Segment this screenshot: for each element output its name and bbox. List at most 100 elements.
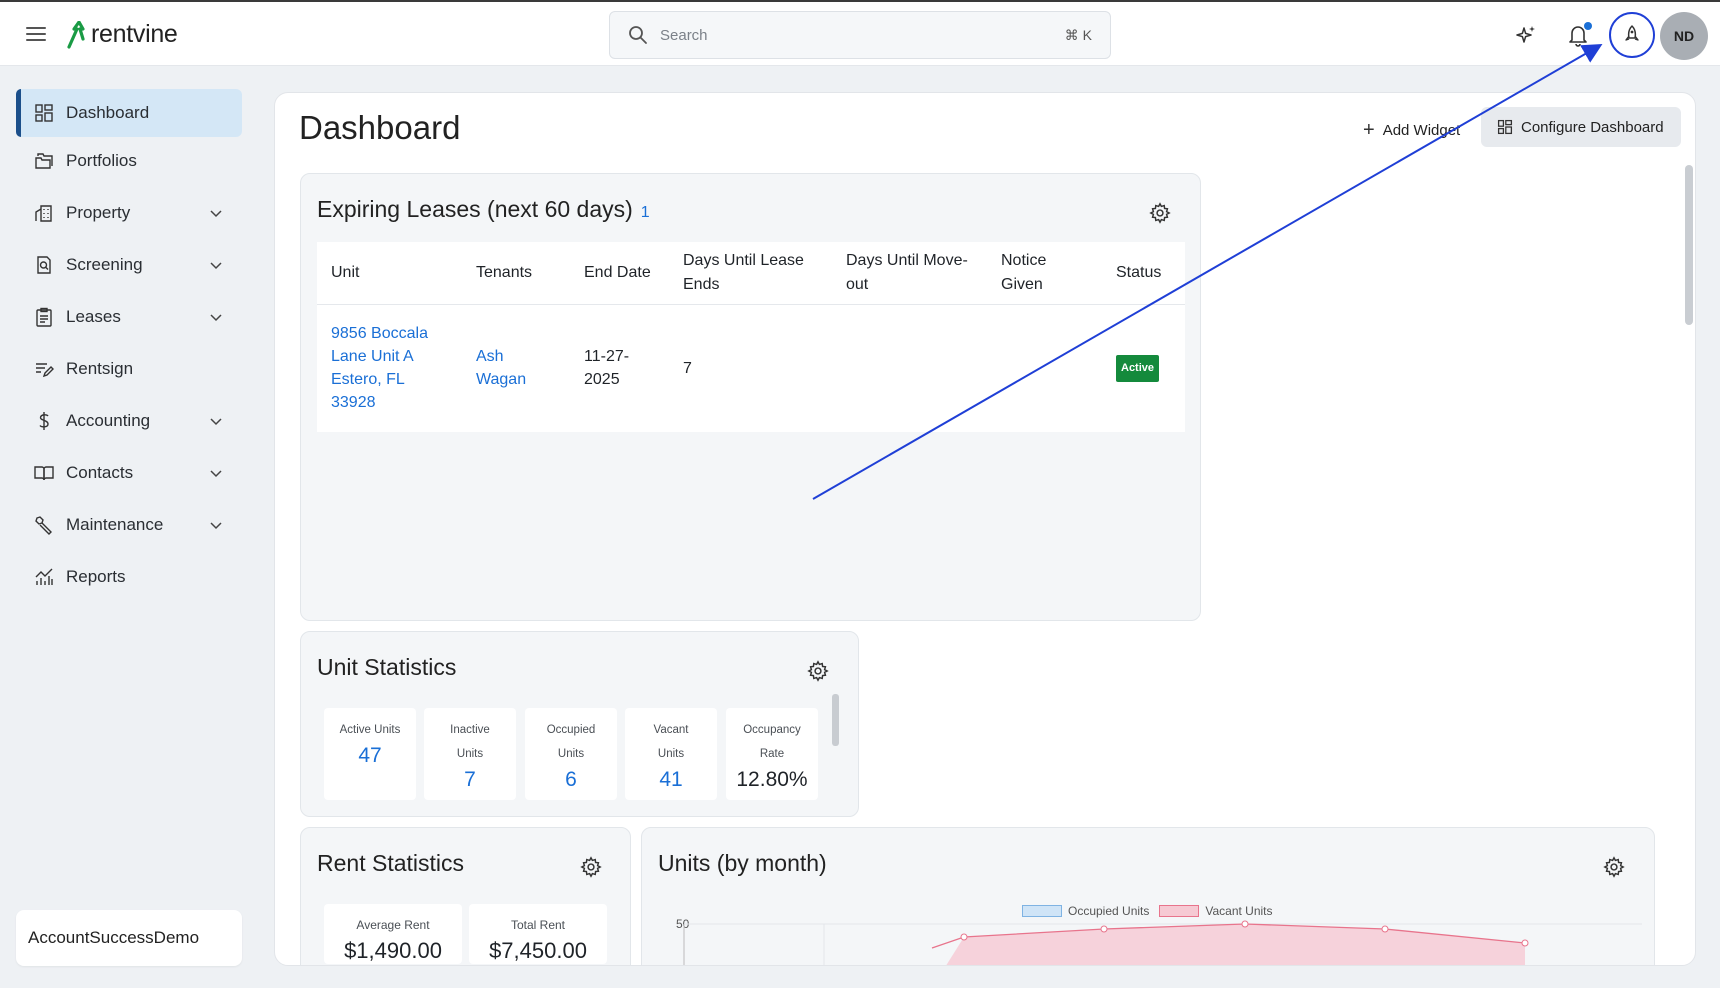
sidebar-item-reports[interactable]: Reports [16, 553, 242, 601]
sidebar-item-dashboard[interactable]: Dashboard [16, 89, 242, 137]
chevron-down-icon [210, 262, 222, 270]
gear-icon[interactable] [580, 856, 602, 878]
data-point[interactable] [960, 933, 968, 941]
sidebar-item-property[interactable]: Property [16, 189, 242, 237]
sidebar-item-label: Property [66, 203, 131, 222]
main-panel: Dashboard + Add Widget Configure Dashboa… [274, 92, 1696, 966]
search-icon [629, 26, 647, 44]
sidebar-item-contacts[interactable]: Contacts [16, 449, 242, 497]
chevron-down-icon [210, 418, 222, 426]
chevron-down-icon [210, 314, 222, 322]
column-header[interactable]: Tenants [462, 242, 570, 305]
sidebar: Dashboard Portfolios Property Screening … [0, 66, 260, 988]
column-header[interactable]: Status [1102, 242, 1185, 305]
sidebar-item-rentsign[interactable]: Rentsign [16, 345, 242, 393]
units-by-month-chart: 50 [676, 918, 1642, 965]
gear-icon[interactable] [1603, 856, 1625, 878]
data-point[interactable] [1241, 920, 1249, 928]
search-input[interactable] [660, 26, 1065, 44]
stat-value[interactable]: 41 [625, 768, 717, 792]
sidebar-item-label: Portfolios [66, 151, 137, 170]
days-until-lease-ends-cell: 7 [683, 359, 692, 377]
notice-given-cell [987, 304, 1102, 432]
stat-label: Vacant Units [653, 724, 689, 760]
clipboard-icon [36, 307, 52, 327]
gear-icon[interactable] [807, 660, 829, 682]
data-point[interactable] [1100, 925, 1108, 933]
dashboard-icon [35, 104, 53, 122]
rent-card-average-rent: Average Rent $1,490.00 [324, 904, 462, 964]
add-widget-button[interactable]: + Add Widget [1357, 111, 1466, 149]
stat-card-occupied-units: Occupied Units 6 [525, 708, 617, 800]
stat-card-active-units: Active Units 47 [324, 708, 416, 800]
wrench-icon [35, 516, 52, 535]
data-point[interactable] [1381, 925, 1389, 933]
sidebar-item-portfolios[interactable]: Portfolios [16, 137, 242, 185]
folders-icon [35, 153, 53, 169]
sidebar-item-label: Accounting [66, 411, 151, 430]
sidebar-item-label: Reports [66, 567, 126, 586]
building-icon [35, 205, 52, 222]
sidebar-item-label: Contacts [66, 463, 134, 482]
expiring-leases-title: Expiring Leases (next 60 days) [317, 196, 633, 222]
rent-value: $1,490.00 [344, 938, 442, 963]
vacant-area [946, 924, 1525, 965]
column-header[interactable]: Notice Given [987, 242, 1102, 305]
sidebar-item-maintenance[interactable]: Maintenance [16, 501, 242, 549]
column-header[interactable]: End Date [570, 242, 669, 305]
book-icon [34, 466, 54, 481]
configure-dashboard-label: Configure Dashboard [1521, 118, 1664, 136]
stat-value[interactable]: 7 [424, 768, 516, 792]
sidebar-item-accounting[interactable]: Accounting [16, 397, 242, 445]
chart-icon [35, 568, 53, 585]
brand-logo[interactable]: rentvine [66, 20, 178, 49]
stat-card-inactive-units: Inactive Units 7 [424, 708, 516, 800]
stat-label: Occupancy Rate [743, 724, 801, 760]
rent-card-total-rent: Total Rent $7,450.00 [469, 904, 607, 964]
stat-card-occupancy-rate: Occupancy Rate 12.80% [726, 708, 818, 800]
expiring-leases-count[interactable]: 1 [641, 204, 650, 221]
widget-title: Expiring Leases (next 60 days) 1 [317, 196, 650, 223]
dollar-icon [39, 412, 49, 430]
column-header[interactable]: Unit [317, 242, 462, 305]
user-avatar[interactable]: ND [1660, 12, 1708, 60]
sidebar-item-screening[interactable]: Screening [16, 241, 242, 289]
column-header[interactable]: Days Until Move-out [832, 242, 987, 305]
stat-card-vacant-units: Vacant Units 41 [625, 708, 717, 800]
column-header[interactable]: Days Until Lease Ends [669, 242, 832, 305]
data-point[interactable] [1521, 939, 1529, 947]
menu-icon[interactable] [24, 23, 48, 47]
expiring-leases-widget: Expiring Leases (next 60 days) 1 Unit Ten… [300, 173, 1201, 621]
widget-scrollbar[interactable] [832, 694, 839, 746]
stat-label: Occupied Units [546, 724, 596, 760]
rent-label: Total Rent [510, 918, 566, 932]
sidebar-item-leases[interactable]: Leases [16, 293, 242, 341]
widget-title: Unit Statistics [317, 654, 457, 680]
legend-swatch-vacant [1159, 905, 1200, 917]
legend-label[interactable]: Occupied Units [1068, 904, 1149, 918]
main-scrollbar[interactable] [1685, 165, 1693, 325]
sidebar-item-label: Rentsign [66, 359, 134, 378]
rentvine-logo-icon [67, 20, 85, 49]
sparkle-icon[interactable] [1513, 22, 1539, 48]
rocket-icon [1625, 25, 1639, 41]
unit-link[interactable]: 9856 Boccala Lane Unit A Estero, FL 3392… [331, 325, 428, 411]
rocket-button[interactable] [1609, 12, 1655, 58]
unit-statistics-widget: Unit Statistics Active Units 47 Inactive… [300, 631, 859, 817]
table-row: 9856 Boccala Lane Unit A Estero, FL 3392… [317, 304, 1185, 432]
widget-title: Rent Statistics [317, 850, 464, 876]
rent-label: Average Rent [356, 918, 430, 932]
dashboard-icon [1497, 119, 1513, 135]
stat-value[interactable]: 47 [324, 744, 416, 768]
stat-value[interactable]: 6 [525, 768, 617, 792]
account-switcher[interactable]: AccountSuccessDemo [16, 910, 242, 966]
configure-dashboard-button[interactable]: Configure Dashboard [1481, 107, 1681, 147]
tenant-link[interactable]: Ash Wagan [476, 348, 526, 388]
sign-icon [36, 363, 54, 378]
page-title: Dashboard [299, 109, 461, 146]
expiring-leases-table: Unit Tenants End Date Days Until Lease E… [317, 242, 1185, 432]
gear-icon[interactable] [1149, 202, 1171, 224]
rent-value: $7,450.00 [489, 938, 587, 963]
search-bar[interactable]: ⌘ K [609, 11, 1111, 59]
legend-label[interactable]: Vacant Units [1205, 904, 1272, 918]
